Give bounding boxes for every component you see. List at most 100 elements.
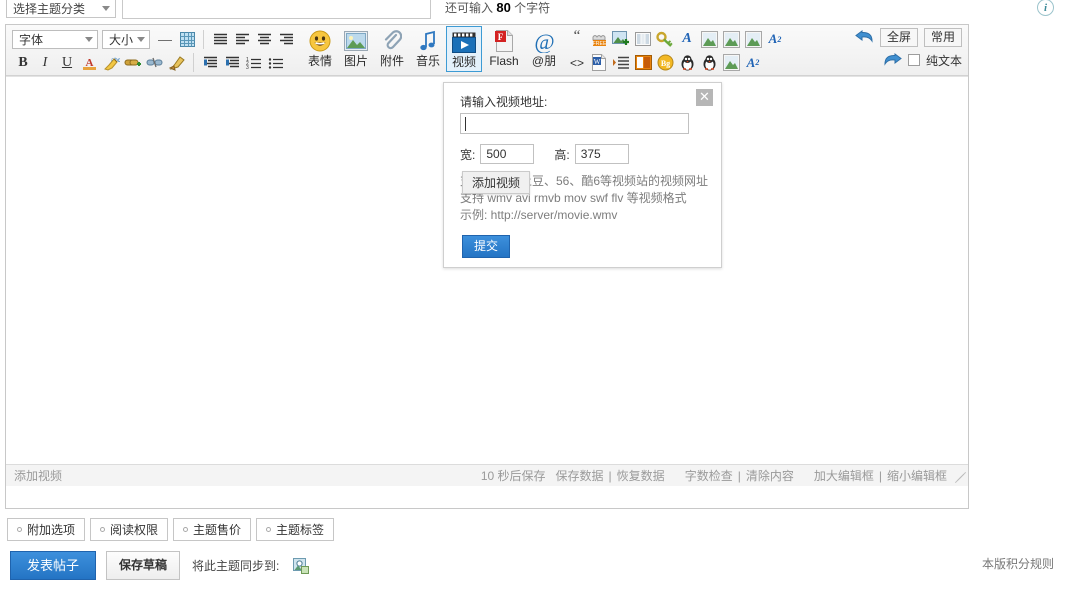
topic-price-pill[interactable]: 主题售价	[173, 518, 252, 541]
qq-icon-1[interactable]	[676, 52, 698, 73]
align-center-icon[interactable]	[253, 29, 275, 50]
smiley-icon	[307, 28, 333, 54]
remove-link-icon[interactable]	[144, 52, 166, 73]
close-icon[interactable]: ✕	[696, 89, 713, 106]
insert-image-4-icon[interactable]	[720, 52, 742, 73]
restore-data-link[interactable]: 恢复数据	[617, 467, 665, 484]
remove-format-icon[interactable]: —	[154, 29, 176, 50]
undo-arrow-icon[interactable]	[855, 29, 874, 46]
extra-options-pill[interactable]: 附加选项	[7, 518, 86, 541]
char-count-suffix: 个字符	[514, 0, 551, 15]
editor-toolbar: 字体 大小 — B I U A 1 2 3 表情 图片 附件 音乐 视频 F F…	[6, 25, 968, 76]
indent-increase-icon[interactable]	[199, 52, 221, 73]
key-icon[interactable]	[654, 29, 676, 50]
indent-decrease-icon[interactable]	[221, 52, 243, 73]
flash-button[interactable]: F Flash	[482, 26, 526, 72]
text-color-icon[interactable]: A	[78, 52, 100, 73]
background-icon[interactable]: Bg	[654, 52, 676, 73]
bold-blue-a-icon[interactable]: A	[676, 29, 698, 50]
read-permission-pill[interactable]: 阅读权限	[90, 518, 169, 541]
statusbar-left-text: 添加视频	[14, 469, 63, 483]
superscript-icon[interactable]: A2	[764, 29, 786, 50]
align-right-icon[interactable]	[275, 29, 297, 50]
media-button-group: 表情 图片 附件 音乐 视频 F Flash @ @朋	[302, 26, 562, 75]
char-count: 还可输入 80 个字符	[445, 0, 550, 16]
insert-link-icon[interactable]	[122, 52, 144, 73]
italic-icon[interactable]: I	[34, 52, 56, 73]
subject-input[interactable]	[122, 0, 431, 19]
add-video-tooltip: 添加视频	[462, 171, 531, 194]
save-draft-button[interactable]: 保存草稿	[106, 551, 181, 580]
video-button[interactable]: 视频	[446, 26, 482, 72]
clear-content-link[interactable]: 清除内容	[746, 467, 794, 484]
attachment-button[interactable]: 附件	[374, 26, 410, 72]
bullet-icon	[266, 527, 272, 532]
quote-icon[interactable]: “	[566, 29, 588, 50]
redo-arrow-icon[interactable]	[883, 52, 902, 69]
subscript-icon[interactable]: A2	[742, 52, 764, 73]
free-stamp-icon[interactable]: FREE	[588, 29, 610, 50]
sync-share-icon[interactable]	[293, 557, 310, 574]
enlarge-editor-link[interactable]: 加大编辑框	[814, 467, 874, 484]
insert-image-2-icon[interactable]	[720, 29, 742, 50]
save-data-link[interactable]: 保存数据	[556, 467, 604, 484]
post-topic-button[interactable]: 发表帖子	[10, 551, 97, 580]
bold-icon[interactable]: B	[12, 52, 34, 73]
toolbar-divider	[193, 53, 194, 72]
common-toolbar-button[interactable]: 常用	[923, 27, 962, 47]
submit-button[interactable]: 提交	[462, 235, 511, 258]
ordered-list-icon[interactable]: 1 2 3	[243, 52, 265, 73]
video-height-input[interactable]: 375	[574, 144, 629, 164]
insert-image-3-icon[interactable]	[742, 29, 764, 50]
sync-label: 将此主题同步到:	[192, 559, 280, 573]
columns-icon[interactable]	[632, 29, 654, 50]
post-editor-page: 选择主题分类 还可输入 80 个字符 i 字体 大小 — B I U A 1 2…	[0, 0, 1068, 603]
book-icon[interactable]	[632, 52, 654, 73]
qq-icon-2[interactable]	[698, 52, 720, 73]
svg-text:F: F	[498, 32, 504, 42]
topic-tag-pill[interactable]: 主题标签	[256, 518, 335, 541]
info-icon[interactable]: i	[1037, 0, 1054, 16]
image-button[interactable]: 图片	[338, 26, 374, 72]
music-button[interactable]: 音乐	[410, 26, 446, 72]
bullet-icon	[17, 527, 22, 532]
align-left-icon[interactable]	[231, 29, 253, 50]
table-icon[interactable]	[176, 29, 198, 50]
align-justify-icon[interactable]	[209, 29, 231, 50]
image-export-icon[interactable]	[610, 29, 632, 50]
resize-grip-icon[interactable]	[952, 470, 967, 483]
mention-button-label: @朋	[531, 54, 557, 68]
font-family-label: 字体	[19, 32, 44, 47]
bullet-icon	[100, 527, 106, 532]
underline-icon[interactable]: U	[56, 52, 78, 73]
font-family-select[interactable]: 字体	[12, 29, 98, 49]
video-button-label: 视频	[451, 55, 476, 69]
plaintext-checkbox[interactable]	[907, 54, 920, 66]
insert-image-1-icon[interactable]	[698, 29, 720, 50]
toolbar-right-row-2: 纯文本	[883, 50, 962, 70]
paragraph-format-icon[interactable]	[610, 52, 632, 73]
word-paste-icon[interactable]: W	[588, 52, 610, 73]
mention-button[interactable]: @ @朋	[526, 26, 562, 72]
source-code-icon[interactable]: <>	[566, 52, 588, 73]
unordered-list-icon[interactable]	[265, 52, 287, 73]
add-video-dialog: ✕ 请输入视频地址: 宽: 500 高: 375 支持优酷、土豆、56、酷6等视…	[443, 82, 722, 268]
video-url-input[interactable]	[460, 113, 689, 134]
shrink-editor-link[interactable]: 缩小编辑框	[887, 467, 947, 484]
toolbar-extra-row-2: <> W Bg A 2	[566, 50, 786, 75]
credit-rules-link[interactable]: 本版积分规则	[982, 555, 1054, 572]
plaintext-label[interactable]: 纯文本	[926, 52, 962, 69]
video-width-input[interactable]: 500	[480, 144, 535, 164]
extra-options-label: 附加选项	[27, 523, 76, 537]
smiley-button[interactable]: 表情	[302, 26, 338, 72]
word-check-link[interactable]: 字数检查	[685, 467, 733, 484]
category-select[interactable]: 选择主题分类	[6, 0, 116, 18]
font-size-select[interactable]: 大小	[102, 29, 150, 49]
picture-icon	[343, 28, 369, 54]
clear-format-icon[interactable]	[166, 52, 188, 73]
smiley-button-label: 表情	[307, 54, 332, 68]
highlight-icon[interactable]: abc	[100, 52, 122, 73]
svg-text:FREE: FREE	[592, 41, 606, 47]
fullscreen-button[interactable]: 全屏	[879, 27, 918, 47]
divider: |	[878, 468, 882, 483]
